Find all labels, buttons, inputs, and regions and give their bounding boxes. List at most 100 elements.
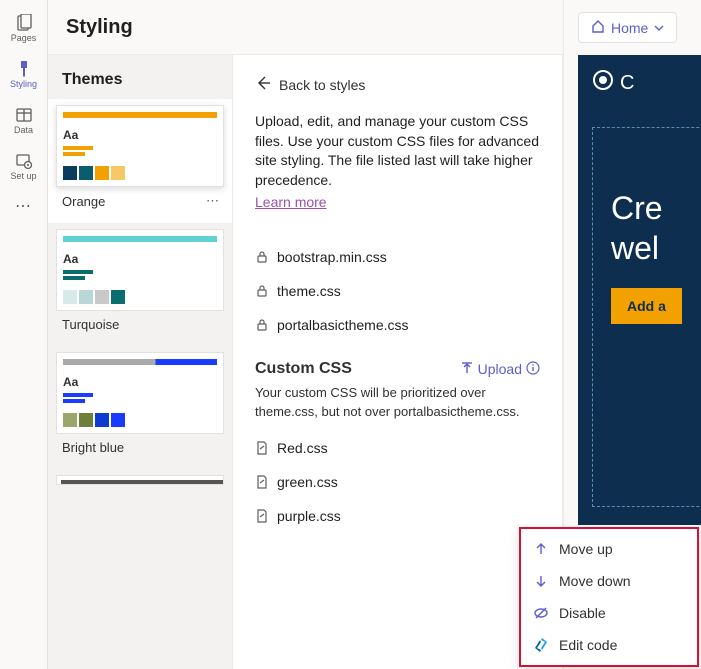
preview-toolbar: Home: [564, 0, 701, 55]
chevron-down-icon: [654, 20, 664, 36]
file-name: theme.css: [277, 283, 341, 299]
theme-more-icon[interactable]: ⋯: [206, 193, 220, 209]
context-menu: Move up Move down Disable Edit code: [519, 527, 699, 667]
menu-label: Move down: [559, 573, 631, 589]
menu-label: Move up: [559, 541, 613, 557]
back-to-styles[interactable]: Back to styles: [255, 75, 540, 94]
theme-line: [63, 276, 85, 280]
theme-label-row: Turquoise: [56, 311, 224, 346]
theme-line: [63, 146, 93, 150]
nav-label: Data: [14, 125, 33, 135]
table-icon: [14, 105, 34, 125]
styles-column: Back to styles Upload, edit, and manage …: [233, 55, 563, 669]
breadcrumb-home[interactable]: Home: [578, 12, 677, 43]
theme-card-turquoise[interactable]: Aa: [56, 229, 224, 311]
nav-label: Set up: [10, 171, 36, 181]
theme-sample-text: Aa: [63, 128, 217, 142]
theme-topbar: [63, 359, 217, 365]
file-name: Red.css: [277, 440, 328, 456]
preview-logo: C: [578, 69, 701, 127]
theme-swatches: [63, 290, 217, 304]
back-label: Back to styles: [279, 77, 365, 93]
nav-label: Styling: [10, 79, 37, 89]
file-icon: [255, 475, 269, 489]
arrow-left-icon: [255, 75, 271, 94]
theme-swatches: [63, 166, 217, 180]
lock-icon: [255, 284, 269, 298]
home-icon: [591, 19, 605, 36]
theme-name: Turquoise: [62, 317, 119, 332]
menu-disable[interactable]: Disable: [521, 597, 697, 629]
hero-cta-button[interactable]: Add a: [611, 288, 682, 324]
preview-hero: C Crewel Add a: [578, 55, 701, 525]
nav-pages[interactable]: Pages: [2, 6, 46, 50]
custom-css-note: Your custom CSS will be prioritized over…: [255, 384, 540, 420]
base-file-row[interactable]: portalbasictheme.css: [255, 308, 540, 342]
menu-edit-code[interactable]: Edit code: [521, 629, 697, 661]
theme-label-row: Orange ⋯: [56, 187, 224, 223]
upload-label: Upload: [478, 361, 522, 377]
nav-more[interactable]: ⋯: [15, 196, 32, 216]
nav-setup[interactable]: Set up: [2, 144, 46, 188]
theme-label-row: Bright blue: [56, 434, 224, 469]
theme-card-wrap: Aa Turquoise: [48, 223, 232, 346]
left-nav: Pages Styling Data Set up ⋯: [0, 0, 48, 669]
nav-label: Pages: [11, 33, 37, 43]
custom-file-row[interactable]: purple.css: [255, 499, 540, 533]
lock-icon: [255, 250, 269, 264]
nav-data[interactable]: Data: [2, 98, 46, 142]
custom-file-row[interactable]: green.css: [255, 465, 540, 499]
themes-column: Themes Aa Orange ⋯ Aa: [48, 55, 233, 669]
nav-styling[interactable]: Styling: [2, 52, 46, 96]
arrow-up-icon: [533, 541, 549, 557]
upload-icon: [460, 361, 474, 378]
themes-title: Themes: [48, 55, 232, 99]
theme-card-wrap: [48, 469, 232, 485]
file-name: purple.css: [277, 508, 341, 524]
menu-label: Edit code: [559, 637, 617, 653]
page-title: Styling: [66, 16, 133, 39]
file-icon: [255, 509, 269, 523]
file-name: bootstrap.min.css: [277, 249, 387, 265]
disable-icon: [533, 605, 549, 621]
theme-line: [63, 393, 93, 397]
lock-icon: [255, 318, 269, 332]
brush-icon: [14, 59, 34, 79]
theme-name: Bright blue: [62, 440, 124, 455]
logo-icon: [592, 69, 614, 97]
theme-card-partial[interactable]: [56, 475, 224, 485]
info-icon[interactable]: [526, 361, 540, 378]
theme-card-wrap: Aa Bright blue: [48, 346, 232, 469]
menu-move-down[interactable]: Move down: [521, 565, 697, 597]
file-icon: [255, 441, 269, 455]
menu-label: Disable: [559, 605, 606, 621]
theme-card-brightblue[interactable]: Aa: [56, 352, 224, 434]
theme-card-wrap: Aa Orange ⋯: [48, 99, 232, 223]
upload-button[interactable]: Upload: [460, 361, 540, 378]
menu-move-up[interactable]: Move up: [521, 533, 697, 565]
base-file-row[interactable]: bootstrap.min.css: [255, 240, 540, 274]
hero-headline: Crewel: [611, 188, 701, 268]
theme-topbar: [63, 236, 217, 242]
learn-more-link[interactable]: Learn more: [255, 194, 327, 210]
theme-topbar: [61, 480, 224, 485]
custom-css-header: Custom CSS Upload: [255, 360, 540, 378]
theme-line: [63, 270, 93, 274]
custom-css-title: Custom CSS: [255, 360, 352, 378]
code-icon: [533, 637, 549, 653]
file-name: portalbasictheme.css: [277, 317, 409, 333]
logo-text: C: [620, 72, 634, 95]
theme-line: [63, 152, 85, 156]
arrow-down-icon: [533, 573, 549, 589]
theme-topbar: [63, 112, 217, 118]
theme-line: [63, 399, 85, 403]
theme-sample-text: Aa: [63, 375, 217, 389]
styles-description: Upload, edit, and manage your custom CSS…: [255, 112, 540, 190]
theme-name: Orange: [62, 194, 105, 209]
preview-hero-box[interactable]: Crewel Add a: [592, 127, 701, 507]
theme-card-orange[interactable]: Aa: [56, 105, 224, 187]
breadcrumb-label: Home: [611, 20, 648, 36]
base-file-row[interactable]: theme.css: [255, 274, 540, 308]
custom-file-row[interactable]: Red.css: [255, 431, 540, 465]
file-name: green.css: [277, 474, 338, 490]
